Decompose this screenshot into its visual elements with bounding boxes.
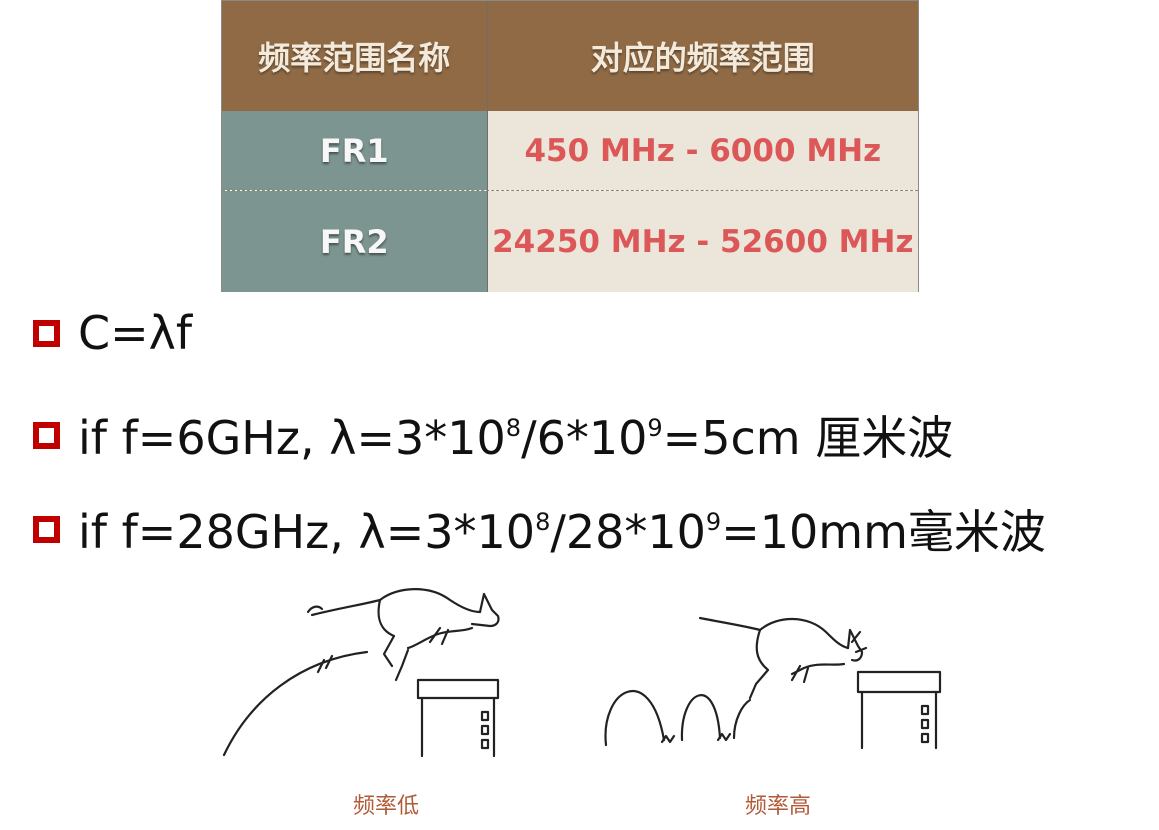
row-name-fr1: FR1	[222, 111, 488, 190]
high-freq-arc-1	[604, 689, 666, 747]
table-header-row: 频率范围名称 对应的频率范围	[222, 1, 918, 111]
frequency-range-table: 频率范围名称 对应的频率范围 FR1 450 MHz - 6000 MHz FR…	[221, 0, 919, 292]
bullet-text: if f=28GHz, λ=3*108/28*109=10mm毫米波	[78, 505, 1046, 559]
kangaroo-jump-illustration	[222, 588, 942, 758]
table-row: FR1 450 MHz - 6000 MHz	[222, 111, 918, 191]
bullet-formula: C=λf	[33, 306, 192, 360]
high-freq-arc-3	[732, 698, 752, 740]
row-range-fr1: 450 MHz - 6000 MHz	[487, 111, 918, 190]
pillar-left	[416, 678, 500, 758]
caption-high-frequency: 频率高	[745, 794, 812, 819]
bullet-28ghz: if f=28GHz, λ=3*108/28*109=10mm毫米波	[33, 496, 1046, 562]
row-range-fr2: 24250 MHz - 52600 MHz	[487, 191, 918, 292]
header-range-value: 对应的频率范围	[487, 1, 918, 111]
pillar-right	[856, 670, 942, 750]
bullet-text: C=λf	[78, 306, 193, 360]
bullet-6ghz: if f=6GHz, λ=3*108/6*109=5cm 厘米波	[33, 402, 953, 468]
bullet-square-icon	[33, 421, 60, 449]
high-freq-arc-2	[680, 694, 722, 742]
header-range-name: 频率范围名称	[222, 1, 488, 111]
bullet-text: if f=6GHz, λ=3*108/6*109=5cm 厘米波	[78, 411, 954, 465]
caption-low-frequency: 频率低	[353, 794, 420, 819]
bullet-square-icon	[33, 319, 60, 347]
kangaroo-left-icon	[306, 588, 500, 682]
row-name-fr2: FR2	[222, 191, 488, 292]
kangaroo-right-icon	[698, 616, 868, 700]
table-row: FR2 24250 MHz - 52600 MHz	[222, 191, 918, 292]
bullet-square-icon	[33, 515, 60, 543]
low-freq-arc	[222, 650, 369, 757]
